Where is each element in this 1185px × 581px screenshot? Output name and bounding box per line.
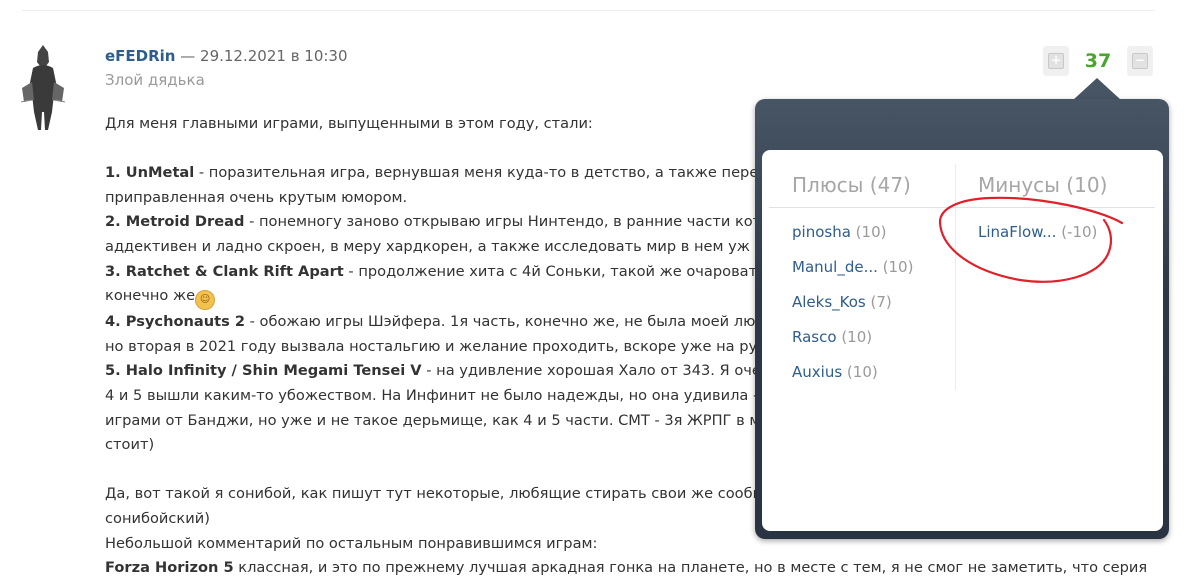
comment-meta: eFEDRin — 29.12.2021 в 10:30: [105, 46, 348, 66]
comment-date: — 29.12.2021 в 10:30: [175, 47, 348, 65]
voter-count: (10): [846, 363, 878, 381]
comment-text: Да, вот такой я сонибой, как пишут тут н…: [105, 485, 804, 503]
popup-arrow: [1073, 78, 1121, 100]
game-title: 3. Ratchet & Clank Rift Apart: [105, 262, 344, 280]
voter-name-link[interactable]: LinaFlow...: [978, 223, 1056, 241]
top-divider: [22, 10, 1155, 11]
avatar[interactable]: [18, 42, 68, 134]
comment-text: - обожаю игры Шэйфера. 1я часть, конечно…: [245, 313, 795, 331]
voter-item: LinaFlow... (-10): [955, 215, 1163, 250]
game-title: 1. UnMetal: [105, 164, 195, 182]
votes-panel: Плюсы (47) pinosha (10) Manul_de... (10) A…: [762, 150, 1163, 531]
upvote-button[interactable]: +: [1043, 46, 1069, 76]
game-title: Forza Horizon 5: [105, 559, 234, 577]
comment-text: Небольшой комментарий по остальным понра…: [105, 534, 598, 552]
comment-text: - продолжение хита с 4й Соньки, такой же…: [343, 262, 815, 280]
voter-name-link[interactable]: pinosha: [792, 223, 851, 241]
minus-voter-list: LinaFlow... (-10): [955, 208, 1163, 250]
user-title: Злой дядька: [105, 71, 205, 89]
minus-icon: −: [1132, 53, 1148, 69]
voter-count: (7): [870, 293, 892, 311]
smiley-emoji-icon: ☺: [195, 290, 216, 311]
comment-text: - понемногу заново открываю игры Нинтенд…: [244, 213, 798, 231]
voter-item: pinosha (10): [762, 215, 955, 250]
plus-voter-list: pinosha (10) Manul_de... (10) Aleks_Kos (7…: [762, 208, 955, 390]
minus-column: Минусы (10) LinaFlow... (-10): [955, 150, 1163, 250]
comment-text: стоит): [105, 436, 155, 454]
game-title: 5. Halo Infinity / Shin Megami Tensei V: [105, 362, 422, 380]
voter-item: Aleks_Kos (7): [762, 285, 955, 320]
comment-text: классная, и это по прежнему лучшая аркад…: [233, 559, 1148, 577]
comment-text: конечно же: [105, 287, 196, 305]
comment-text: но вторая в 2021 году вызвала ностальгию…: [105, 337, 802, 355]
comment-text: приправленная очень крутым юмором.: [105, 188, 408, 206]
comment-line: Forza Horizon 5 классная, и это по прежн…: [105, 556, 1155, 581]
plus-column: Плюсы (47) pinosha (10) Manul_de... (10) A…: [762, 150, 955, 390]
game-title: 4. Psychonauts 2: [105, 313, 246, 331]
votes-popup: Плюсы (47) pinosha (10) Manul_de... (10) A…: [755, 99, 1169, 539]
comment-text: Для меня главными играми, выпущенными в …: [105, 115, 593, 132]
comment-text: 4 и 5 вышли каким-то убожеством. На Инфи…: [105, 386, 807, 404]
author-link[interactable]: eFEDRin: [105, 47, 176, 65]
voter-count: (-10): [1061, 223, 1098, 241]
plus-icon: +: [1048, 53, 1064, 69]
rating-score: 37: [1084, 50, 1112, 72]
voter-name-link[interactable]: Rasco: [792, 328, 837, 346]
voter-name-link[interactable]: Aleks_Kos: [792, 293, 866, 311]
comment-text: аддективен и ладно скроен, в меру хардко…: [105, 237, 782, 255]
voter-item: Rasco (10): [762, 320, 955, 355]
game-title: 2. Metroid Dread: [105, 213, 245, 231]
plus-header: Плюсы (47): [792, 173, 911, 197]
voter-name-link[interactable]: Manul_de...: [792, 258, 878, 276]
voter-count: (10): [841, 328, 873, 346]
voter-item: Manul_de... (10): [762, 250, 955, 285]
comment-text: - поразительная игра, вернувшая меня куд…: [194, 164, 842, 182]
voter-item: Auxius (10): [762, 355, 955, 390]
comment-text: играми от Банджи, но уже и не такое дерь…: [105, 411, 790, 429]
downvote-button[interactable]: −: [1127, 46, 1153, 76]
minus-header: Минусы (10): [978, 173, 1108, 197]
voter-count: (10): [882, 258, 914, 276]
voter-count: (10): [855, 223, 887, 241]
voter-name-link[interactable]: Auxius: [792, 363, 842, 381]
comment-text: сонибойский): [105, 509, 210, 527]
